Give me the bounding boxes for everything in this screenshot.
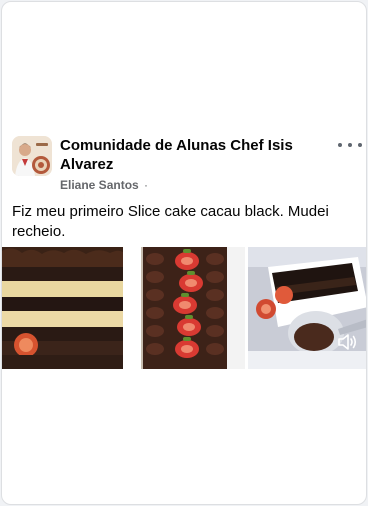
more-options-icon[interactable] xyxy=(338,138,362,152)
post-text: Fiz meu primeiro Slice cake cacau black.… xyxy=(12,203,329,240)
more-dot xyxy=(348,143,352,147)
author-row: Eliane Santos · xyxy=(60,178,148,192)
group-avatar[interactable] xyxy=(12,136,52,176)
separator-dot: · xyxy=(144,178,149,192)
chef-portrait-image xyxy=(12,136,52,176)
more-dot xyxy=(338,143,342,147)
photo-grid xyxy=(2,247,366,369)
more-dot xyxy=(358,143,362,147)
author-name[interactable]: Eliane Santos xyxy=(60,178,139,192)
photo-cake-top-strawberries[interactable] xyxy=(125,247,245,369)
group-name[interactable]: Comunidade de Alunas Chef Isis Alvarez xyxy=(60,136,320,174)
post-card: Comunidade de Alunas Chef Isis Alvarez E… xyxy=(1,1,367,505)
photo-cake-slice-spoon[interactable] xyxy=(248,247,366,369)
photo-cake-slice-1[interactable] xyxy=(2,247,123,369)
post-header: Comunidade de Alunas Chef Isis Alvarez E… xyxy=(12,136,362,196)
speaker-icon[interactable] xyxy=(336,331,358,353)
